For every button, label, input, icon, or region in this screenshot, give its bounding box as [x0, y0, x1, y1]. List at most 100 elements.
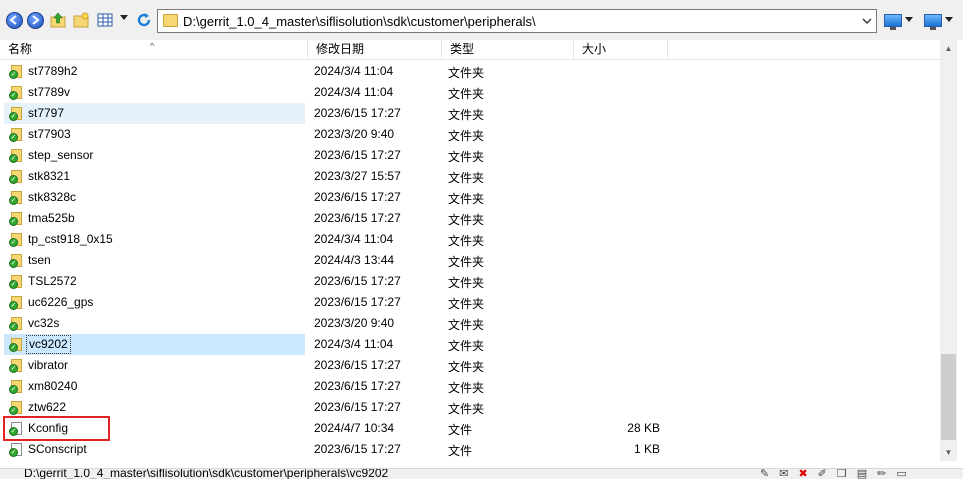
column-size[interactable]: 大小 [574, 40, 668, 60]
chevron-down-icon [862, 18, 872, 24]
refresh-button[interactable] [134, 10, 154, 30]
edit-icon[interactable]: ✎ [760, 469, 769, 479]
folder-row[interactable]: ✓ st7797 2023/6/15 17:27 文件夹 [0, 103, 940, 124]
mail-icon[interactable]: ✉ [779, 469, 788, 479]
item-type: 文件 [448, 444, 473, 458]
chevron-down-icon [905, 17, 913, 22]
vcs-ok-check-icon: ✓ [9, 406, 18, 415]
folder-icon: ✓ [9, 275, 23, 289]
vcs-ok-check-icon: ✓ [9, 154, 18, 163]
delete-icon[interactable]: ✖ [798, 469, 807, 479]
folder-icon: ✓ [9, 401, 23, 415]
up-folder-button[interactable] [48, 10, 68, 30]
item-type: 文件夹 [448, 276, 485, 290]
folder-row[interactable]: ✓ vc32s 2023/3/20 9:40 文件夹 [0, 313, 940, 334]
folder-row[interactable]: ✓ tp_cst918_0x15 2024/3/4 11:04 文件夹 [0, 229, 940, 250]
column-name[interactable]: 名称 ^ [0, 40, 308, 60]
refresh-icon [137, 13, 151, 27]
folder-row[interactable]: ✓ tsen 2024/4/3 13:44 文件夹 [0, 250, 940, 271]
folder-row[interactable]: ✓ ztw622 2023/6/15 17:27 文件夹 [0, 397, 940, 418]
item-type: 文件夹 [448, 66, 485, 80]
folder-row[interactable]: ✓ step_sensor 2023/6/15 17:27 文件夹 [0, 145, 940, 166]
folder-icon: ✓ [9, 170, 23, 184]
forward-button[interactable] [25, 10, 45, 30]
pen-icon[interactable]: ✐ [818, 469, 827, 479]
vcs-ok-check-icon: ✓ [9, 448, 18, 457]
item-modified: 2024/3/4 11:04 [314, 85, 394, 99]
item-name: st7789h2 [28, 64, 78, 78]
folder-row[interactable]: ✓ st7789v 2024/3/4 11:04 文件夹 [0, 82, 940, 103]
item-modified: 2023/6/15 17:27 [314, 442, 401, 456]
folder-icon: ✓ [9, 86, 23, 100]
item-modified: 2024/3/4 11:04 [314, 64, 394, 78]
grid-view-icon [97, 13, 113, 27]
status-bar: D:\gerrit_1.0_4_master\siflisolution\sdk… [0, 468, 963, 479]
folder-row[interactable]: ✓ st77903 2023/3/20 9:40 文件夹 [0, 124, 940, 145]
vcs-ok-check-icon: ✓ [9, 280, 18, 289]
item-modified: 2024/3/4 11:04 [314, 232, 394, 246]
folder-row[interactable]: ✓ vc9202 2024/3/4 11:04 文件夹 [0, 334, 940, 355]
folder-icon: ✓ [9, 107, 23, 121]
folder-row[interactable]: ✓ stk8328c 2023/6/15 17:27 文件夹 [0, 187, 940, 208]
folder-icon: ✓ [9, 191, 23, 205]
new-folder-icon [73, 12, 89, 28]
vcs-ok-check-icon: ✓ [9, 259, 18, 268]
item-type: 文件夹 [448, 171, 485, 185]
column-type[interactable]: 类型 [442, 40, 574, 60]
screen-mode-button[interactable] [924, 10, 953, 30]
back-button[interactable] [4, 10, 24, 30]
file-row[interactable]: ✓ SConscript 2023/6/15 17:27 文件 1 KB [0, 439, 940, 460]
file-icon: ✓ [9, 443, 23, 457]
vcs-ok-check-icon: ✓ [9, 133, 18, 142]
folder-row[interactable]: ✓ tma525b 2023/6/15 17:27 文件夹 [0, 208, 940, 229]
folder-icon [163, 14, 178, 27]
folder-row[interactable]: ✓ xm80240 2023/6/15 17:27 文件夹 [0, 376, 940, 397]
display-mode-button[interactable] [884, 10, 913, 30]
folder-row[interactable]: ✓ vibrator 2023/6/15 17:27 文件夹 [0, 355, 940, 376]
item-name: vc9202 [26, 335, 71, 354]
vcs-ok-check-icon: ✓ [9, 70, 18, 79]
item-name: xm80240 [28, 379, 78, 393]
address-path[interactable]: D:\gerrit_1.0_4_master\siflisolution\sdk… [183, 14, 536, 29]
view-grid-button[interactable] [95, 10, 115, 30]
file-row[interactable]: ✓ Kconfig 2024/4/7 10:34 文件 28 KB [0, 418, 940, 439]
item-modified: 2024/3/4 11:04 [314, 337, 394, 351]
scroll-up-arrow-icon[interactable]: ▲ [940, 40, 957, 57]
column-modified[interactable]: 修改日期 [308, 40, 442, 60]
column-header: 名称 ^ 修改日期 类型 大小 [0, 40, 940, 60]
address-dropdown-button[interactable] [858, 10, 876, 32]
vcs-ok-check-icon: ✓ [9, 301, 18, 310]
item-type: 文件夹 [448, 339, 485, 353]
folder-row[interactable]: ✓ uc6226_gps 2023/6/15 17:27 文件夹 [0, 292, 940, 313]
item-modified: 2023/3/27 15:57 [314, 169, 401, 183]
new-folder-button[interactable] [71, 10, 91, 30]
folder-row[interactable]: ✓ TSL2572 2023/6/15 17:27 文件夹 [0, 271, 940, 292]
vertical-scrollbar[interactable]: ▲ ▼ [940, 40, 957, 461]
folder-row[interactable]: ✓ stk8321 2023/3/27 15:57 文件夹 [0, 166, 940, 187]
folder-icon: ✓ [9, 296, 23, 310]
vcs-ok-check-icon: ✓ [9, 343, 18, 352]
file-list: ✓ st7789h2 2024/3/4 11:04 文件夹 ✓ st7789v 2024/3… [0, 61, 940, 461]
scroll-down-arrow-icon[interactable]: ▼ [940, 444, 957, 461]
vcs-ok-check-icon: ✓ [9, 364, 18, 373]
address-bar[interactable]: D:\gerrit_1.0_4_master\siflisolution\sdk… [157, 9, 877, 33]
item-modified: 2023/6/15 17:27 [314, 211, 401, 225]
folder-icon: ✓ [9, 233, 23, 247]
item-type: 文件夹 [448, 234, 485, 248]
scroll-thumb[interactable] [941, 354, 956, 440]
item-type: 文件夹 [448, 318, 485, 332]
item-modified: 2023/6/15 17:27 [314, 358, 401, 372]
folder-icon: ✓ [9, 338, 23, 352]
item-type: 文件夹 [448, 360, 485, 374]
folder-row[interactable]: ✓ st7789h2 2024/3/4 11:04 文件夹 [0, 61, 940, 82]
window-icon[interactable]: ▭ [896, 469, 906, 479]
item-modified: 2023/6/15 17:27 [314, 106, 401, 120]
folder-icon: ✓ [9, 359, 23, 373]
copy-icon[interactable]: ❐ [837, 469, 847, 479]
item-name: stk8321 [28, 169, 71, 183]
folder-icon: ✓ [9, 380, 23, 394]
view-dropdown-chevron-icon[interactable] [120, 15, 128, 20]
item-name: vibrator [28, 358, 69, 372]
clipboard-icon[interactable]: ▤ [857, 469, 867, 479]
pencil-icon[interactable]: ✏ [877, 469, 886, 479]
